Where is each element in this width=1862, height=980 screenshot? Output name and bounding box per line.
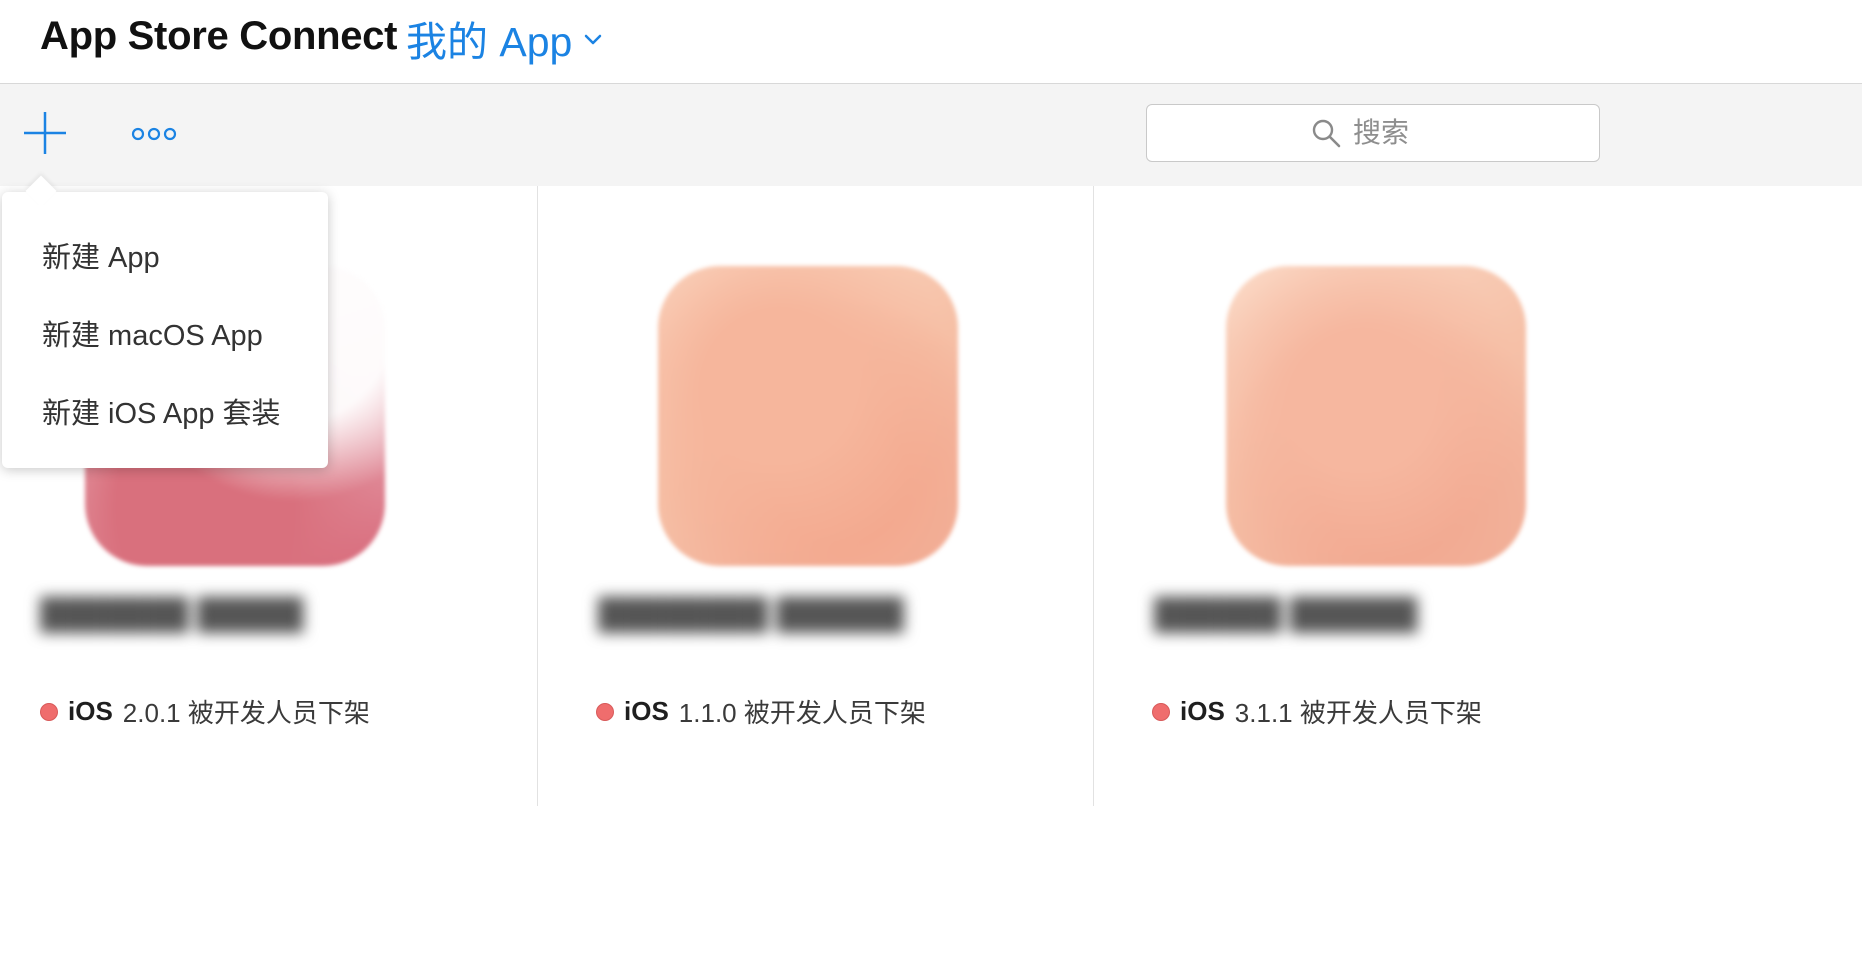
status-platform: iOS xyxy=(624,696,669,726)
menu-item-new-macos-app[interactable]: 新建 macOS App xyxy=(42,312,263,354)
my-apps-label: 我的 App xyxy=(406,19,573,65)
app-card[interactable]: ██████ ██████ iOS 3.1.1 被开发人员下架 xyxy=(1093,186,1649,806)
status-dot-icon xyxy=(40,702,58,721)
more-button[interactable] xyxy=(130,124,178,144)
app-name[interactable]: ████████ ██████ xyxy=(598,598,904,638)
search-icon xyxy=(1312,119,1341,148)
add-dropdown-menu: 新建 App 新建 macOS App 新建 iOS App 套装 xyxy=(2,192,328,468)
app-name[interactable]: ███████ █████ xyxy=(40,598,303,638)
app-title: App Store Connect xyxy=(40,14,398,58)
search-input[interactable] xyxy=(1351,116,1435,150)
app-card[interactable]: ████████ ██████ iOS 1.1.0 被开发人员下架 xyxy=(537,186,1093,806)
app-icon[interactable] xyxy=(658,266,958,566)
status-platform: iOS xyxy=(1180,696,1225,726)
app-status: iOS 1.1.0 被开发人员下架 xyxy=(596,693,926,730)
header: App Store Connect 我的 App xyxy=(0,0,1862,84)
toolbar xyxy=(0,84,1862,186)
status-text: 2.0.1 被开发人员下架 xyxy=(122,698,370,728)
status-dot-icon xyxy=(596,702,614,721)
menu-item-new-app[interactable]: 新建 App xyxy=(42,234,160,276)
status-text: 3.1.1 被开发人员下架 xyxy=(1234,698,1482,728)
chevron-down-icon xyxy=(585,34,602,45)
my-apps-menu[interactable]: 我的 App xyxy=(406,8,602,68)
app-status: iOS 2.0.1 被开发人员下架 xyxy=(40,693,370,730)
status-platform: iOS xyxy=(68,696,113,726)
app-icon[interactable] xyxy=(1226,266,1526,566)
add-button[interactable] xyxy=(22,110,68,156)
status-text: 1.1.0 被开发人员下架 xyxy=(678,698,926,728)
app-name[interactable]: ██████ ██████ xyxy=(1154,598,1417,638)
status-dot-icon xyxy=(1152,702,1170,721)
menu-item-new-ios-app-bundle[interactable]: 新建 iOS App 套装 xyxy=(42,390,281,432)
search-box[interactable] xyxy=(1146,104,1600,162)
app-status: iOS 3.1.1 被开发人员下架 xyxy=(1152,693,1482,730)
plus-icon xyxy=(24,112,66,154)
ellipsis-icon xyxy=(131,127,177,141)
